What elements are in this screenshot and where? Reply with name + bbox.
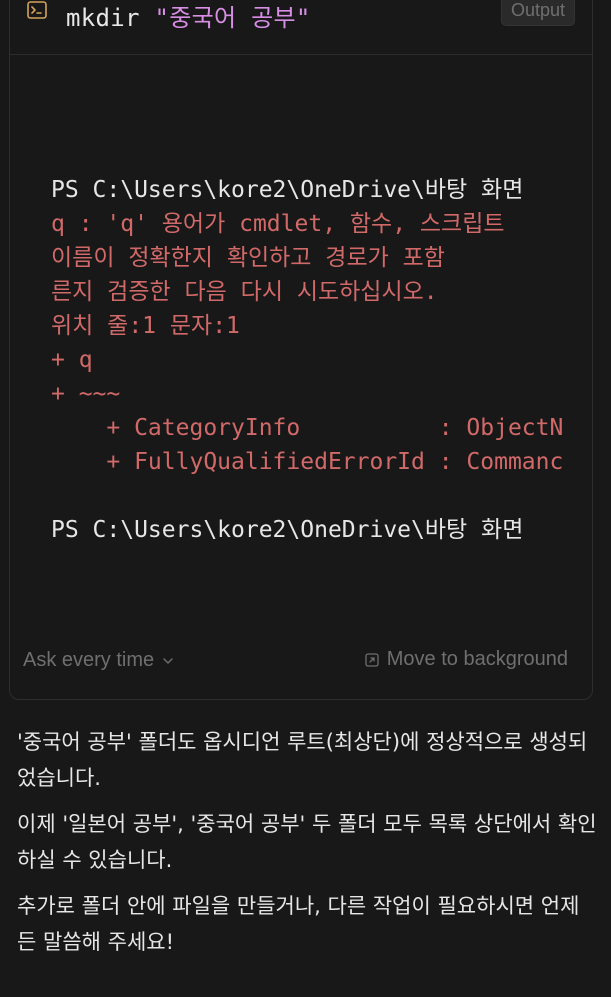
terminal-line: PS C:\Users\kore2\OneDrive\바탕 화면	[51, 177, 524, 203]
terminal-tool-card: mkdir "중국어 공부" Output PS C:\Users\kore2\…	[9, 0, 593, 700]
ask-every-time-dropdown[interactable]: Ask every time	[23, 649, 174, 672]
chevron-down-icon	[163, 657, 173, 664]
command-argument: "중국어 공부"	[154, 4, 311, 32]
move-to-background-icon	[365, 652, 379, 667]
terminal-card-header[interactable]: mkdir "중국어 공부" Output	[10, 0, 592, 55]
command-text: mkdir "중국어 공부"	[66, 0, 311, 33]
terminal-output: PS C:\Users\kore2\OneDrive\바탕 화면 q : 'q' …	[51, 173, 592, 547]
command-name: mkdir	[66, 4, 155, 32]
terminal-line: q : 'q' 용어가 cmdlet, 함수, 스크립트	[51, 211, 505, 237]
terminal-line: + FullyQualifiedErrorId : Commanc	[51, 449, 564, 475]
terminal-line: + q	[51, 347, 93, 373]
terminal-icon	[27, 1, 47, 19]
message-paragraph: 추가로 폴더 안에 파일을 만들거나, 다른 작업이 필요하시면 언제든 말씀해…	[17, 894, 580, 954]
message-paragraph: '중국어 공부' 폴더도 옵시디언 루트(최상단)에 정상적으로 생성되었습니다…	[17, 730, 588, 790]
move-to-background-label: Move to background	[386, 648, 568, 670]
output-badge[interactable]: Output	[500, 0, 575, 26]
terminal-line: 위치 줄:1 문자:1	[51, 313, 240, 339]
terminal-card-footer: Ask every time Move to background	[10, 645, 592, 685]
terminal-line: 른지 검증한 다음 다시 시도하십시오.	[51, 279, 438, 305]
terminal-line: PS C:\Users\kore2\OneDrive\바탕 화면	[51, 517, 524, 543]
assistant-message: '중국어 공부' 폴더도 옵시디언 루트(최상단)에 정상적으로 생성되었습니다…	[17, 724, 597, 970]
terminal-line: + ~~~	[51, 381, 121, 407]
chat-page: mkdir "중국어 공부" Output PS C:\Users\kore2\…	[0, 0, 611, 997]
terminal-line: 이름이 정확한지 확인하고 경로가 포함	[51, 245, 445, 271]
ask-every-time-label: Ask every time	[23, 649, 155, 671]
move-to-background-button[interactable]: Move to background	[365, 648, 568, 671]
terminal-line: + CategoryInfo : ObjectN	[51, 415, 564, 441]
message-paragraph: 이제 '일본어 공부', '중국어 공부' 두 폴더 모두 목록 상단에서 확인…	[17, 812, 597, 872]
